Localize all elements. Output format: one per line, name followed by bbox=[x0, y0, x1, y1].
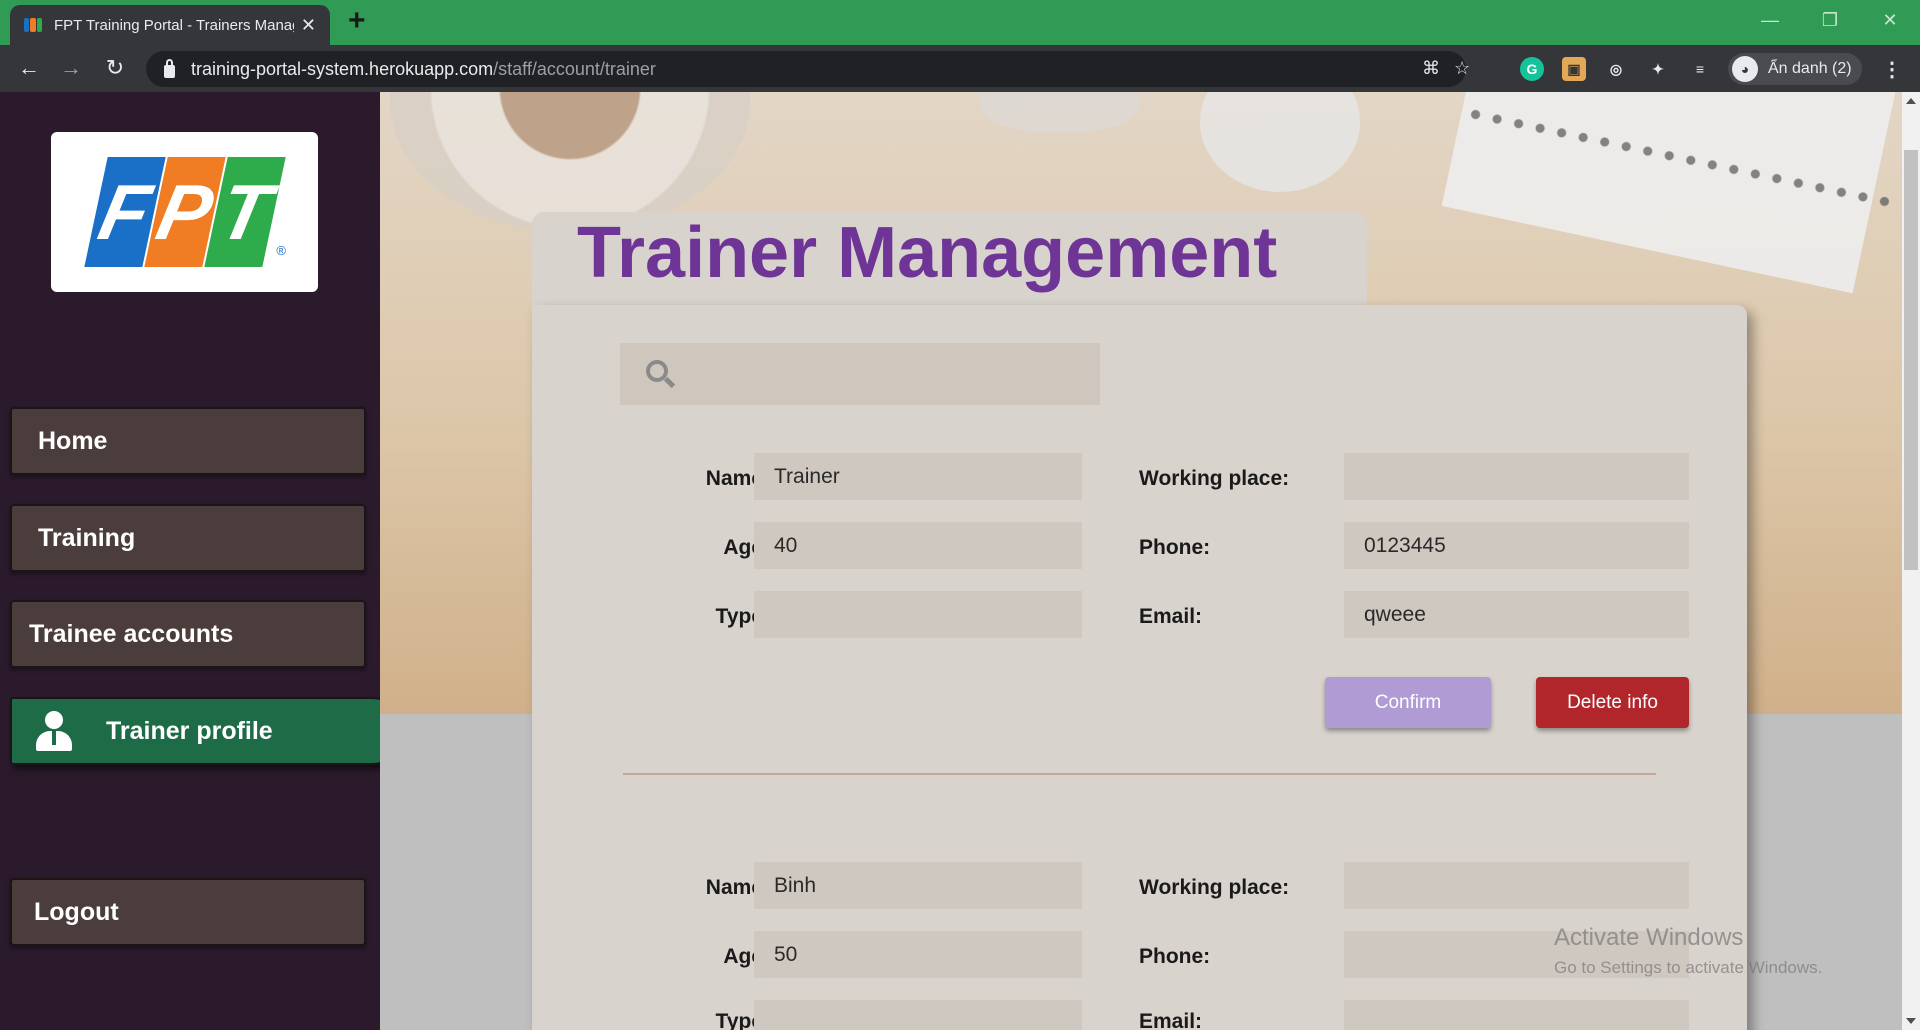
phone-label: Phone: bbox=[1139, 536, 1211, 559]
logo-registered-mark: ® bbox=[276, 243, 286, 258]
page-viewport: F P T ® Home Training Trainee accounts T… bbox=[0, 92, 1902, 1030]
forward-icon[interactable]: → bbox=[56, 53, 86, 83]
name-field[interactable]: Binh bbox=[754, 862, 1082, 909]
type-label: Type: bbox=[715, 1010, 770, 1030]
reload-icon[interactable]: ↻ bbox=[100, 53, 130, 83]
working-place-label: Working place: bbox=[1139, 876, 1290, 899]
search-input[interactable] bbox=[620, 343, 1100, 405]
profile-button[interactable]: ◕ Ẩn danh (2) bbox=[1728, 53, 1862, 85]
email-field[interactable]: qweee bbox=[1344, 591, 1689, 638]
scroll-up-icon[interactable] bbox=[1906, 98, 1916, 104]
minimize-icon[interactable]: — bbox=[1740, 0, 1800, 40]
type-field[interactable] bbox=[754, 1000, 1082, 1030]
scroll-down-icon[interactable] bbox=[1906, 1018, 1916, 1024]
sidebar-item-label: Trainer profile bbox=[106, 716, 273, 745]
main-area: Trainer Management Name: Trainer Working… bbox=[380, 92, 1902, 1030]
browser-toolbar: ← → ↻ training-portal-system.herokuapp.c… bbox=[0, 45, 1920, 92]
age-label: Age: bbox=[723, 536, 770, 559]
delete-info-button[interactable]: Delete info bbox=[1536, 677, 1689, 728]
age-field[interactable]: 50 bbox=[754, 931, 1082, 978]
sidebar-item-label: Training bbox=[38, 523, 136, 552]
page-scrollbar[interactable] bbox=[1902, 92, 1920, 1030]
age-field[interactable]: 40 bbox=[754, 522, 1082, 569]
sidebar-item-label: Home bbox=[38, 426, 108, 455]
type-label: Type: bbox=[715, 605, 770, 628]
page-title: Trainer Management bbox=[577, 213, 1278, 293]
translate-icon[interactable]: ⌘ bbox=[1422, 58, 1440, 79]
extension-icon[interactable]: ▣ bbox=[1562, 57, 1586, 81]
window-close-icon[interactable]: ✕ bbox=[1860, 0, 1920, 40]
url-path: /staff/account/trainer bbox=[493, 58, 656, 79]
address-bar[interactable]: training-portal-system.herokuapp.com /st… bbox=[146, 51, 1470, 87]
sidebar-item-trainee-accounts[interactable]: Trainee accounts bbox=[10, 600, 366, 668]
name-field[interactable]: Trainer bbox=[754, 453, 1082, 500]
age-label: Age: bbox=[723, 945, 770, 968]
sidebar-item-home[interactable]: Home bbox=[10, 407, 366, 475]
back-icon[interactable]: ← bbox=[14, 53, 44, 83]
watermark-title: Activate Windows bbox=[1554, 924, 1744, 951]
new-tab-icon[interactable]: + bbox=[348, 6, 366, 36]
email-label: Email: bbox=[1139, 605, 1203, 628]
lock-icon[interactable] bbox=[164, 58, 175, 78]
email-label: Email: bbox=[1139, 1010, 1203, 1030]
activate-windows-watermark: Activate Windows Go to Settings to activ… bbox=[1554, 924, 1822, 978]
watermark-subtitle: Go to Settings to activate Windows. bbox=[1554, 958, 1823, 977]
scroll-thumb[interactable] bbox=[1904, 150, 1918, 570]
sidebar: F P T ® Home Training Trainee accounts T… bbox=[0, 92, 406, 1030]
fpt-logo: F P T ® bbox=[51, 132, 318, 292]
sidebar-item-label: Trainee accounts bbox=[29, 619, 234, 648]
profile-label: Ẩn danh (2) bbox=[1768, 60, 1852, 77]
name-label: Name: bbox=[705, 876, 770, 899]
menu-icon[interactable]: ⋮ bbox=[1880, 57, 1904, 81]
url-host: training-portal-system.herokuapp.com bbox=[191, 58, 494, 79]
phone-field[interactable]: 0123445 bbox=[1344, 522, 1689, 569]
browser-tab[interactable]: FPT Training Portal - Trainers Manag ✕ bbox=[10, 5, 330, 45]
confirm-button[interactable]: Confirm bbox=[1325, 677, 1491, 728]
record-divider bbox=[623, 773, 1656, 775]
restore-icon[interactable]: ❐ bbox=[1800, 0, 1860, 40]
incognito-icon: ◕ bbox=[1732, 56, 1758, 82]
phone-label: Phone: bbox=[1139, 945, 1211, 968]
grammarly-icon[interactable]: G bbox=[1520, 57, 1544, 81]
extension-2-icon[interactable]: ◎ bbox=[1604, 57, 1628, 81]
tab-title: FPT Training Portal - Trainers Manag bbox=[54, 16, 294, 34]
sidebar-item-training[interactable]: Training bbox=[10, 504, 366, 572]
star-icon[interactable]: ☆ bbox=[1454, 58, 1470, 79]
type-field[interactable] bbox=[754, 591, 1082, 638]
sidebar-item-label: Logout bbox=[34, 897, 119, 926]
name-label: Name: bbox=[705, 467, 770, 490]
email-field[interactable] bbox=[1344, 1000, 1689, 1030]
search-box[interactable] bbox=[620, 343, 1100, 405]
close-tab-icon[interactable]: ✕ bbox=[301, 15, 316, 36]
working-place-label: Working place: bbox=[1139, 467, 1290, 490]
puzzle-icon[interactable]: ✦ bbox=[1646, 57, 1670, 81]
working-place-field[interactable] bbox=[1344, 453, 1689, 500]
working-place-field[interactable] bbox=[1344, 862, 1689, 909]
user-icon bbox=[36, 711, 72, 751]
fpt-favicon-icon bbox=[24, 18, 42, 32]
browser-tab-bar: FPT Training Portal - Trainers Manag ✕ +… bbox=[0, 0, 1920, 45]
sidebar-item-trainer-profile[interactable]: Trainer profile bbox=[10, 697, 406, 765]
trainer-card bbox=[532, 305, 1747, 1030]
logout-button[interactable]: Logout bbox=[10, 878, 366, 946]
reading-list-icon[interactable]: ≡ bbox=[1688, 57, 1712, 81]
